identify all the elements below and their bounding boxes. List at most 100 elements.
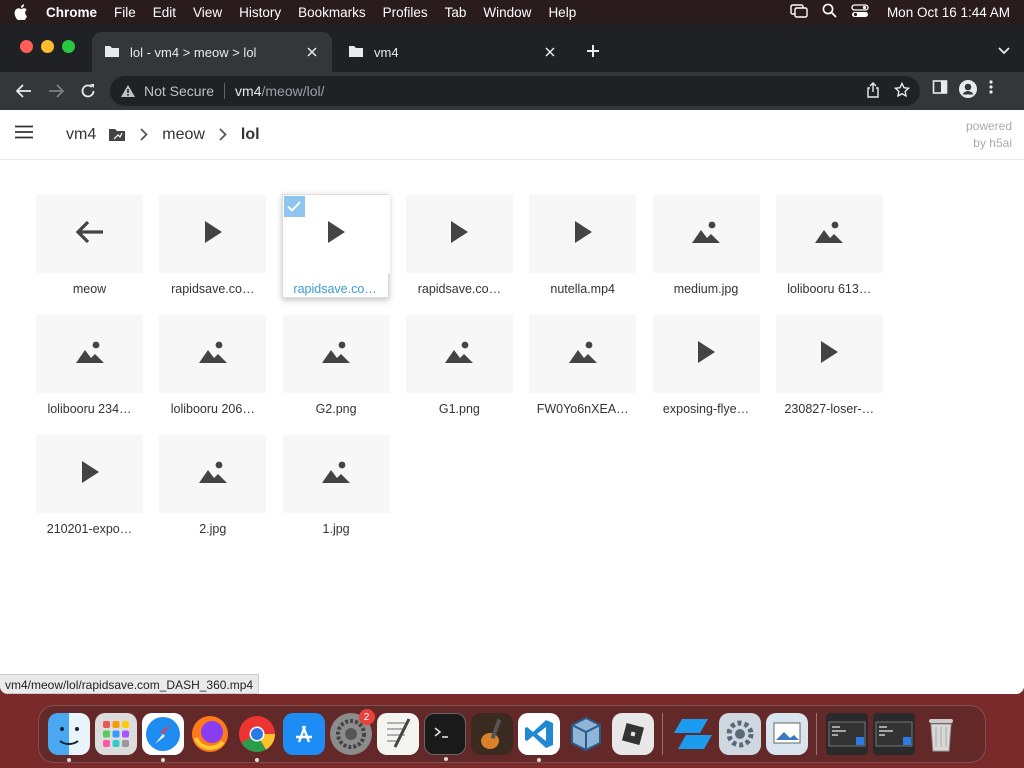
close-window-button[interactable]: [20, 40, 33, 53]
tab-inactive[interactable]: vm4: [336, 32, 570, 72]
file-item[interactable]: 1.jpg: [282, 435, 390, 539]
menu-edit[interactable]: Edit: [153, 5, 176, 20]
image-icon: [321, 340, 351, 369]
bookmark-star-icon[interactable]: [893, 81, 911, 101]
file-thumbnail: [529, 315, 637, 393]
file-name: lolibooru 234…: [47, 402, 132, 416]
file-thumbnail: [652, 315, 760, 393]
chevron-right-icon: [219, 128, 227, 141]
file-item[interactable]: medium.jpg: [652, 195, 760, 299]
preview-icon[interactable]: [765, 713, 808, 755]
app-store-icon[interactable]: [282, 713, 325, 755]
warning-icon[interactable]: [120, 84, 136, 98]
side-panel-icon[interactable]: [932, 79, 948, 104]
address-bar[interactable]: Not Secure vm4/meow/lol/: [110, 76, 920, 106]
file-item[interactable]: FW0Yo6nXEA…: [529, 315, 637, 419]
menu-help[interactable]: Help: [548, 5, 576, 20]
file-thumbnail: [159, 315, 267, 393]
trash-icon[interactable]: [920, 713, 962, 755]
garageband-icon[interactable]: [470, 713, 513, 755]
file-item[interactable]: nutella.mp4: [529, 195, 637, 299]
terminal-icon[interactable]: [423, 713, 466, 761]
powered-by-h5ai[interactable]: powered by h5ai: [966, 118, 1012, 152]
file-item[interactable]: 210201-expo…: [36, 435, 143, 539]
menu-bookmarks[interactable]: Bookmarks: [298, 5, 366, 20]
file-name: 2.jpg: [199, 522, 227, 536]
kebab-menu-icon[interactable]: [988, 79, 994, 104]
back-button[interactable]: [8, 75, 40, 107]
powered-line2: by h5ai: [973, 136, 1012, 150]
chevron-right-icon: [140, 128, 149, 141]
parent-folder-item[interactable]: meow: [36, 195, 143, 299]
reload-button[interactable]: [72, 75, 104, 107]
new-tab-button[interactable]: [582, 40, 604, 62]
file-item[interactable]: rapidsave.co…: [159, 195, 267, 299]
file-item[interactable]: lolibooru 234…: [36, 315, 143, 419]
menu-history[interactable]: History: [239, 5, 281, 20]
minimize-window-button[interactable]: [41, 40, 54, 53]
zoom-window-button[interactable]: [62, 40, 75, 53]
file-name: exposing-flye…: [662, 402, 750, 416]
file-name: G2.png: [315, 402, 357, 416]
h5ai-topbar: vm4 meow lol powered by h5ai: [0, 110, 1024, 160]
breadcrumb-root[interactable]: vm4: [66, 126, 96, 144]
control-center-icon[interactable]: [851, 3, 869, 21]
file-item[interactable]: lolibooru 613…: [775, 195, 883, 299]
textedit-icon[interactable]: [376, 713, 419, 755]
forward-button[interactable]: [40, 75, 72, 107]
menubar-clock[interactable]: Mon Oct 16 1:44 AM: [887, 5, 1010, 20]
menu-tab[interactable]: Tab: [445, 5, 467, 20]
menu-file[interactable]: File: [114, 5, 136, 20]
image-icon: [568, 340, 598, 369]
file-name: meow: [72, 282, 107, 296]
safari-icon[interactable]: [141, 713, 184, 762]
minimized-window-2-icon[interactable]: [872, 713, 915, 755]
file-thumbnail: [282, 435, 390, 513]
file-item[interactable]: G2.png: [282, 315, 390, 419]
hamburger-menu-icon[interactable]: [14, 125, 34, 144]
notification-badge: 2: [358, 709, 375, 725]
running-indicator: [443, 757, 448, 761]
share-icon[interactable]: [866, 81, 880, 101]
url-host: vm4: [235, 83, 262, 99]
close-tab-icon[interactable]: [542, 44, 558, 60]
file-item[interactable]: exposing-flye…: [652, 315, 760, 419]
spotlight-search-icon[interactable]: [822, 3, 837, 21]
launchpad-icon[interactable]: [94, 713, 137, 755]
virtualbox-icon[interactable]: [565, 713, 607, 755]
chrome-icon[interactable]: [236, 713, 278, 762]
apple-icon[interactable]: [10, 4, 32, 20]
selection-checkmark-icon[interactable]: [283, 196, 305, 217]
utility-gear-icon[interactable]: [718, 713, 761, 755]
roblox-icon[interactable]: [611, 713, 654, 755]
menu-window[interactable]: Window: [483, 5, 531, 20]
menu-profiles[interactable]: Profiles: [383, 5, 428, 20]
file-item[interactable]: rapidsave.co…: [405, 195, 513, 299]
not-secure-label[interactable]: Not Secure: [144, 83, 214, 99]
screen-mirroring-icon[interactable]: [790, 3, 808, 21]
file-name: rapidsave.co…: [417, 282, 502, 296]
vscode-icon[interactable]: [517, 713, 560, 762]
chrome-window: lol - vm4 > meow > lol vm4 Not Secure vm…: [0, 24, 1024, 694]
system-settings-icon[interactable]: 2: [329, 709, 375, 755]
file-item[interactable]: 2.jpg: [159, 435, 267, 539]
file-item[interactable]: lolibooru 206…: [159, 315, 267, 419]
breadcrumb-current[interactable]: lol: [241, 126, 260, 144]
minimized-window-1-icon[interactable]: [825, 713, 868, 755]
file-thumbnail: [159, 435, 267, 513]
image-icon: [444, 340, 474, 369]
finder-icon[interactable]: [47, 713, 90, 762]
file-item-selected[interactable]: rapidsave.co…: [281, 194, 390, 298]
omnibox-separator: [224, 83, 226, 99]
tab-active[interactable]: lol - vm4 > meow > lol: [92, 32, 332, 72]
firefox-icon[interactable]: [189, 713, 231, 755]
file-item[interactable]: 230827-loser-…: [775, 315, 883, 419]
menu-app-name[interactable]: Chrome: [46, 5, 97, 20]
roblox-studio-icon[interactable]: [672, 713, 714, 755]
file-item[interactable]: G1.png: [405, 315, 513, 419]
menu-view[interactable]: View: [193, 5, 222, 20]
tab-search-chevron-icon[interactable]: [998, 42, 1010, 60]
breadcrumb-meow[interactable]: meow: [162, 126, 205, 144]
profile-avatar-icon[interactable]: [958, 79, 978, 104]
close-tab-icon[interactable]: [304, 44, 320, 60]
